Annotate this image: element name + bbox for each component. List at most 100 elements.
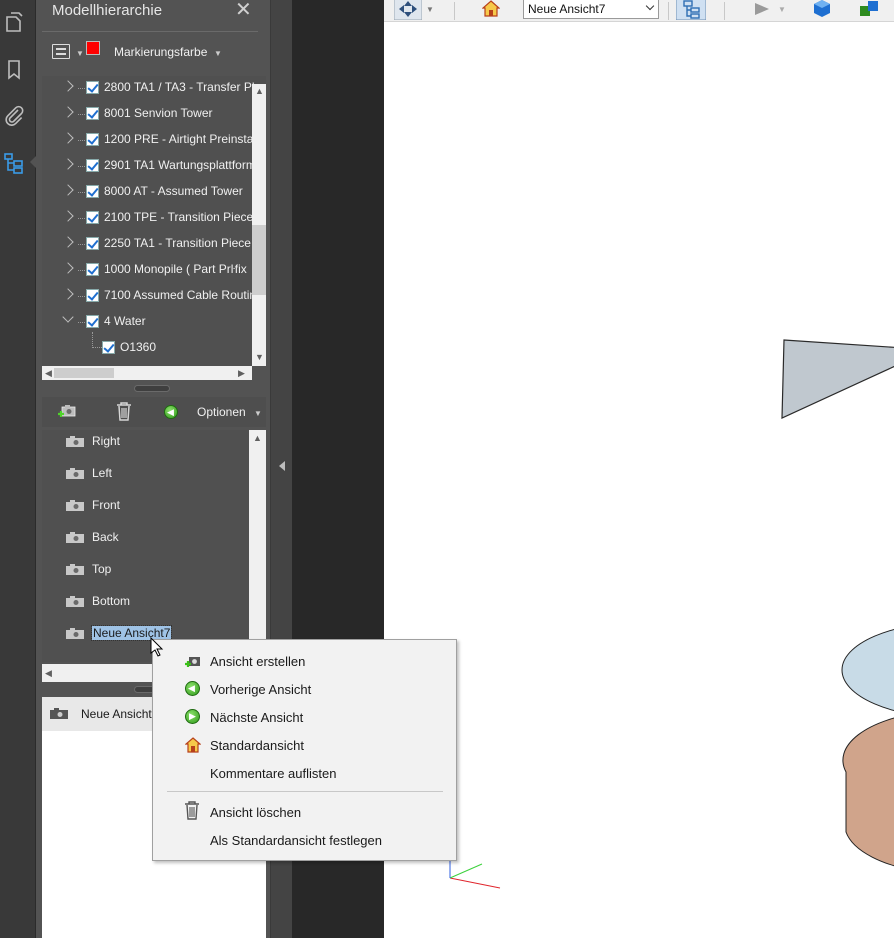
visibility-checkbox[interactable] (86, 289, 99, 302)
menu-item-next-view[interactable]: ▶ Nächste Ansicht (153, 703, 456, 731)
menu-item-label: Ansicht löschen (210, 805, 302, 820)
tree-item-label: 2250 TA1 - Transition Piece L (104, 236, 261, 250)
chevron-down-icon[interactable]: ▼ (254, 409, 262, 418)
view-list-item[interactable]: Bottom (42, 590, 252, 614)
tree-item[interactable]: 8001 Senvion Tower (42, 102, 252, 128)
scroll-up-icon[interactable]: ▲ (255, 86, 264, 96)
menu-item-delete-view[interactable]: Ansicht löschen (153, 798, 456, 826)
previous-view-icon[interactable]: ◀ (164, 405, 178, 419)
collapse-chevron-icon[interactable] (62, 311, 74, 323)
tree-item-label: 8000 AT - Assumed Tower (104, 184, 243, 198)
tree-connector (92, 332, 102, 348)
menu-item-list-comments[interactable]: Kommentare auflisten (153, 759, 456, 787)
visibility-checkbox[interactable] (86, 185, 99, 198)
options-menu-label[interactable]: Optionen (197, 405, 246, 419)
trash-icon (185, 801, 199, 820)
scroll-left-icon[interactable]: ◀ (45, 368, 52, 379)
chevron-down-icon[interactable]: ▼ (76, 49, 84, 58)
view-label: Back (92, 530, 119, 544)
menu-item-label: Standardansicht (210, 738, 304, 753)
view-list-item[interactable]: Right (42, 430, 252, 454)
tree-item[interactable]: 2901 TA1 Wartungsplattform (42, 154, 256, 180)
home-icon[interactable] (482, 0, 500, 17)
scroll-down-icon[interactable]: ▼ (255, 352, 264, 362)
tree-item[interactable]: 7100 Assumed Cable Routin (42, 284, 256, 310)
marking-color-swatch[interactable] (86, 41, 100, 55)
expand-chevron-icon[interactable] (62, 288, 74, 300)
views-vertical-scrollbar[interactable] (249, 430, 266, 662)
tree-child-item[interactable]: O1360 (42, 332, 252, 362)
view-list-item[interactable]: Front (42, 494, 252, 518)
visibility-checkbox[interactable] (86, 263, 99, 276)
bookmark-icon[interactable] (3, 58, 25, 80)
panel-splitter[interactable] (134, 385, 170, 392)
tree-item[interactable]: 1000 Monopile ( Part Prŀfix (42, 258, 252, 284)
tree-hscroll-thumb[interactable] (54, 368, 114, 378)
scroll-right-icon[interactable]: ▶ (238, 368, 245, 379)
menu-item-previous-view[interactable]: ◀ Vorherige Ansicht (153, 675, 456, 703)
trash-icon[interactable] (116, 401, 132, 421)
expand-chevron-icon[interactable] (62, 132, 74, 144)
menu-separator (167, 791, 443, 792)
lighting-mode-icon[interactable] (858, 0, 882, 18)
model-tree-icon[interactable] (3, 152, 25, 174)
tree-item[interactable]: 2800 TA1 / TA3 - Transfer Pla (42, 76, 261, 102)
visibility-checkbox[interactable] (86, 133, 99, 146)
tree-item[interactable]: 1200 PRE - Airtight Preinstal (42, 128, 256, 154)
chevron-down-icon[interactable]: ▼ (426, 5, 434, 14)
expand-chevron-icon[interactable] (62, 210, 74, 222)
view-select[interactable]: Neue Ansicht7 (523, 0, 659, 19)
camera-icon (66, 500, 84, 511)
render-mode-icon[interactable] (812, 0, 832, 18)
navigation-tool-icon[interactable] (394, 0, 422, 20)
tree-item-label: 1200 PRE - Airtight Preinstal (104, 132, 257, 146)
play-animation-icon[interactable] (754, 2, 770, 16)
header-divider (42, 31, 258, 32)
visibility-checkbox[interactable] (86, 211, 99, 224)
tree-item[interactable]: 2100 TPE - Transition Piece E (42, 206, 265, 232)
view-list-item[interactable]: Back (42, 526, 252, 550)
menu-item-label: Als Standardansicht festlegen (210, 833, 382, 848)
menu-item-create-view[interactable]: Ansicht erstellen (153, 647, 456, 675)
scroll-left-icon[interactable]: ◀ (45, 668, 52, 679)
pages-icon[interactable] (3, 11, 25, 33)
tree-item[interactable]: 4 Water (42, 310, 252, 336)
menu-item-default-view[interactable]: Standardansicht (153, 731, 456, 759)
expand-chevron-icon[interactable] (62, 236, 74, 248)
tree-item-label: 4 Water (104, 314, 146, 328)
camera-icon (50, 708, 68, 719)
menu-item-set-default-view[interactable]: Als Standardansicht festlegen (153, 826, 456, 854)
view-list-item[interactable]: Top (42, 558, 252, 582)
visibility-checkbox[interactable] (86, 81, 99, 94)
3d-viewport[interactable] (384, 22, 894, 938)
menu-item-label: Nächste Ansicht (210, 710, 304, 725)
expand-chevron-icon[interactable] (62, 106, 74, 118)
scroll-up-icon[interactable]: ▲ (253, 433, 262, 443)
tree-scroll-thumb[interactable] (252, 225, 266, 295)
visibility-checkbox[interactable] (86, 107, 99, 120)
chevron-down-icon[interactable]: ▼ (214, 49, 222, 58)
menu-item-label: Ansicht erstellen (210, 654, 306, 669)
next-view-icon: ▶ (185, 709, 200, 724)
options-list-icon[interactable] (52, 44, 70, 59)
tree-item[interactable]: 8000 AT - Assumed Tower (42, 180, 252, 206)
close-icon[interactable]: ✕ (235, 0, 252, 20)
expand-chevron-icon[interactable] (62, 80, 74, 92)
tree-item[interactable]: 2250 TA1 - Transition Piece L (42, 232, 261, 258)
collapse-arrow-icon[interactable] (279, 461, 285, 471)
camera-icon (66, 532, 84, 543)
3d-toolbar: ▼ Neue Ansicht7 ▼ (384, 0, 894, 22)
expand-chevron-icon[interactable] (62, 262, 74, 274)
view-list-item[interactable]: Left (42, 462, 252, 486)
marking-color-label[interactable]: Markierungsfarbe (114, 45, 207, 59)
visibility-checkbox[interactable] (102, 341, 115, 354)
visibility-checkbox[interactable] (86, 237, 99, 250)
camera-add-icon[interactable] (58, 404, 76, 418)
visibility-checkbox[interactable] (86, 315, 99, 328)
expand-chevron-icon[interactable] (62, 158, 74, 170)
visibility-checkbox[interactable] (86, 159, 99, 172)
chevron-down-icon[interactable]: ▼ (778, 5, 786, 14)
model-tree-toggle-icon[interactable] (676, 0, 706, 20)
expand-chevron-icon[interactable] (62, 184, 74, 196)
attachment-icon[interactable] (3, 104, 25, 126)
